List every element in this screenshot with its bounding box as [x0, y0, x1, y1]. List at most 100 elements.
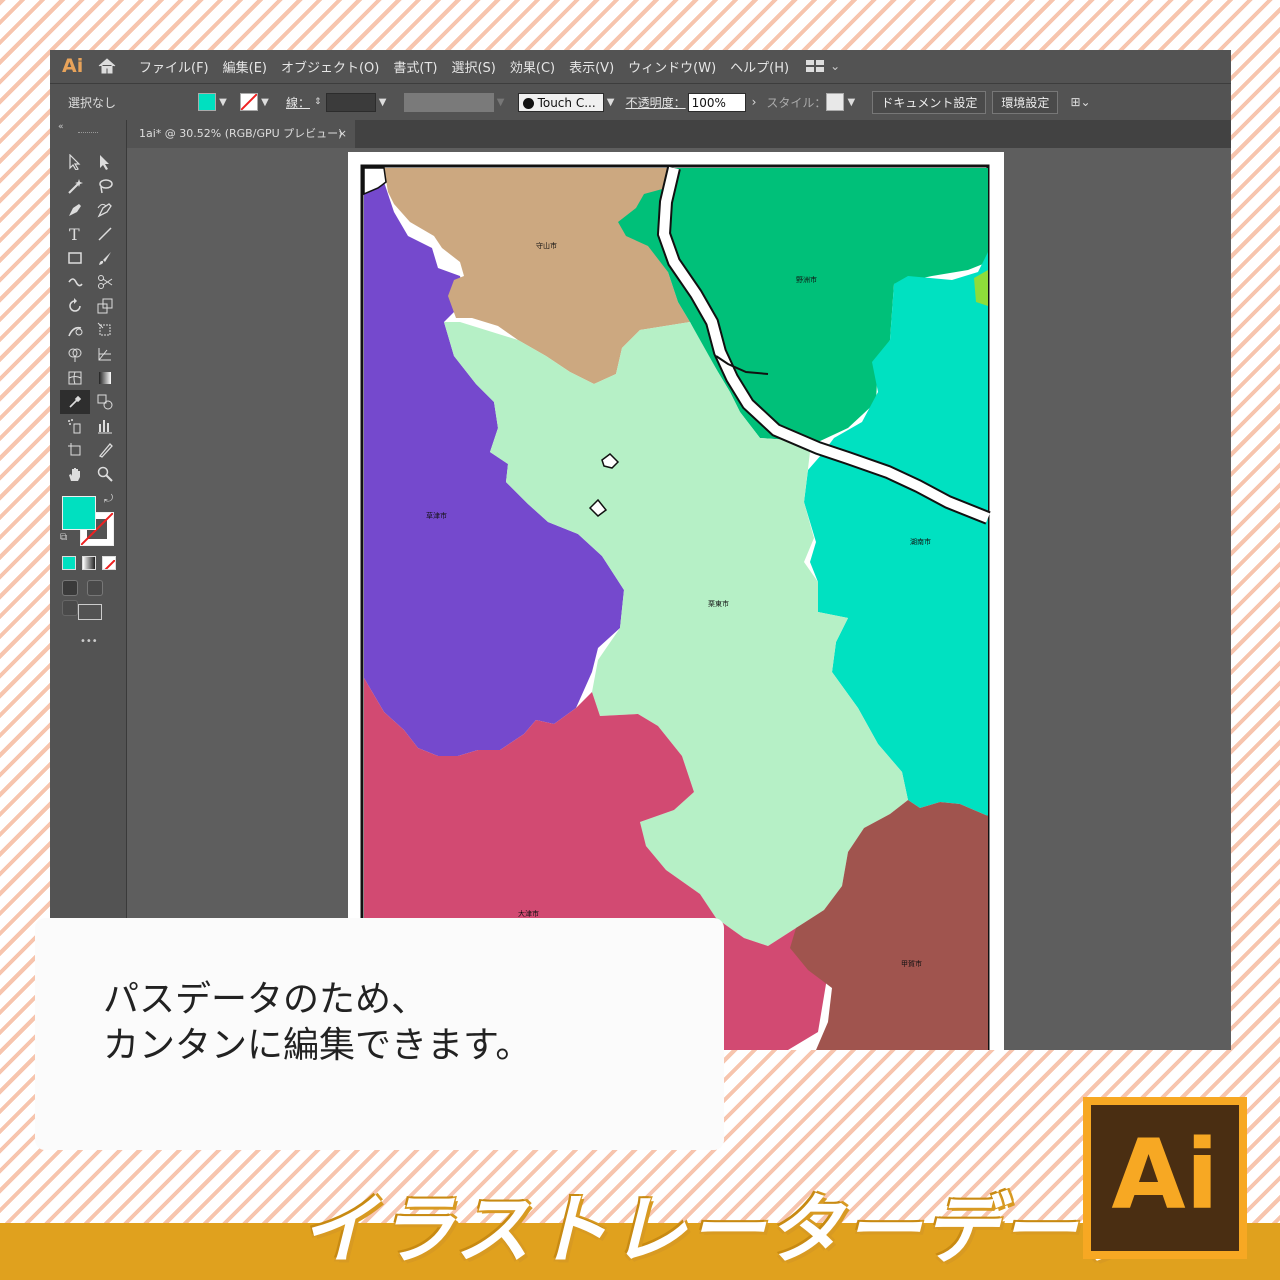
illustrator-logo: Ai [1083, 1097, 1247, 1259]
slice-tool-icon[interactable] [90, 438, 120, 462]
type-tool-icon[interactable]: T [60, 222, 90, 246]
document-tab-title: 1ai* @ 30.52% (RGB/GPU プレビュー) [139, 127, 343, 140]
panel-grip[interactable] [78, 132, 98, 135]
close-icon[interactable]: × [338, 120, 347, 148]
menu-bar: Ai ファイル(F) 編集(E) オブジェクト(O) 書式(T) 選択(S) 効… [50, 50, 1231, 82]
stroke-weight-input[interactable] [325, 92, 376, 112]
scale-tool-icon[interactable] [90, 294, 120, 318]
stroke-stepper[interactable]: ⇕ [314, 97, 322, 107]
warp-tool-icon[interactable] [60, 318, 90, 342]
document-setup-button[interactable]: ドキュメント設定 [872, 90, 987, 114]
none-icon[interactable] [102, 556, 116, 570]
menu-window[interactable]: ウィンドウ(W) [621, 57, 723, 76]
workspace-icon [806, 60, 825, 72]
brush-select[interactable]: Touch C... [517, 92, 604, 112]
direct-selection-tool-icon[interactable] [90, 150, 120, 174]
draw-normal-icon[interactable] [62, 580, 78, 596]
graph-tool-icon[interactable] [90, 414, 120, 438]
label-ritto: 栗東市 [708, 599, 729, 608]
chevron-down-icon[interactable]: ▼ [844, 97, 858, 108]
menu-help[interactable]: ヘルプ(H) [723, 57, 796, 76]
rotate-tool-icon[interactable] [60, 294, 90, 318]
artboard[interactable]: 守山市 野洲市 草津市 湖南市 栗東市 大津市 甲賀市 [348, 152, 1004, 1050]
opacity-input[interactable]: 100% [687, 92, 746, 112]
rectangle-tool-icon[interactable] [60, 246, 90, 270]
symbol-sprayer-tool-icon[interactable] [60, 414, 90, 438]
more-tools-icon[interactable]: ••• [80, 636, 98, 647]
workspace-switcher[interactable]: ⌄ [806, 59, 840, 73]
style-label: スタイル： [766, 95, 827, 110]
zoom-tool-icon[interactable] [90, 462, 120, 486]
menu-select[interactable]: 選択(S) [444, 57, 502, 76]
menu-effect[interactable]: 効果(C) [503, 57, 562, 76]
color-icon[interactable] [62, 556, 76, 570]
label-otsu: 大津市 [518, 909, 539, 918]
svg-text:T: T [69, 226, 80, 242]
chevron-down-icon[interactable]: ▼ [216, 97, 230, 108]
label-moriyama: 守山市 [536, 241, 557, 250]
document-tab-bar: 1ai* @ 30.52% (RGB/GPU プレビュー) × [127, 120, 1231, 148]
chevron-down-icon[interactable]: ▼ [258, 97, 272, 108]
perspective-grid-tool-icon[interactable] [90, 342, 120, 366]
chevron-down-icon[interactable]: ▼ [494, 97, 508, 108]
color-mode-row [62, 556, 118, 570]
stroke-swatch[interactable] [240, 93, 258, 111]
fill-color-box[interactable] [62, 496, 96, 530]
default-colors-icon[interactable]: ⧉ [60, 532, 67, 543]
brush-dot-icon [522, 97, 534, 109]
map-illustration[interactable]: 守山市 野洲市 草津市 湖南市 栗東市 大津市 甲賀市 [348, 152, 1004, 1050]
paintbrush-tool-icon[interactable] [90, 246, 120, 270]
home-icon[interactable] [96, 55, 118, 77]
chevron-right-icon[interactable]: › [752, 95, 757, 109]
caption-line-2: カンタンに編集できます。 [103, 1025, 532, 1066]
chevron-down-icon: ⌄ [830, 59, 841, 73]
blend-tool-icon[interactable] [90, 390, 120, 414]
selection-tool-icon[interactable] [60, 150, 90, 174]
document-tab[interactable]: 1ai* @ 30.52% (RGB/GPU プレビュー) × [127, 120, 355, 148]
opacity-label[interactable]: 不透明度： [626, 94, 686, 111]
line-tool-icon[interactable] [90, 222, 120, 246]
caption-box: パスデータのため、 カンタンに編集できます。 [35, 918, 724, 1150]
footer-title: イラストレーターデータ [300, 1185, 1157, 1274]
artboard-tool-icon[interactable] [60, 438, 90, 462]
label-yasu: 野洲市 [796, 275, 817, 284]
draw-behind-icon[interactable] [87, 580, 104, 596]
hand-tool-icon[interactable] [60, 462, 90, 486]
illustrator-window: Ai ファイル(F) 編集(E) オブジェクト(O) 書式(T) 選択(S) 効… [50, 50, 1231, 1050]
menu-edit[interactable]: 編集(E) [216, 57, 274, 76]
variable-width-profile[interactable] [403, 92, 494, 112]
gradient-icon[interactable] [82, 556, 96, 570]
label-kusatsu: 草津市 [426, 511, 447, 520]
graphic-style-swatch[interactable] [826, 93, 845, 111]
canvas-area[interactable]: 守山市 野洲市 草津市 湖南市 栗東市 大津市 甲賀市 [127, 148, 1231, 1050]
tools-panel: « T ⤾ ⧉ ••• [50, 120, 127, 1050]
preferences-button[interactable]: 環境設定 [992, 90, 1059, 114]
scissors-tool-icon[interactable] [90, 270, 120, 294]
mesh-tool-icon[interactable] [60, 366, 90, 390]
lasso-tool-icon[interactable] [90, 174, 120, 198]
swap-icon[interactable]: ⤾ [104, 492, 113, 506]
pen-tool-icon[interactable] [60, 198, 90, 222]
chevron-down-icon[interactable]: ▼ [604, 97, 618, 108]
chevron-down-icon[interactable]: ▼ [376, 97, 390, 108]
free-transform-tool-icon[interactable] [90, 318, 120, 342]
shape-builder-tool-icon[interactable] [60, 342, 90, 366]
screen-mode-icon[interactable] [78, 604, 102, 620]
gradient-tool-icon[interactable] [90, 366, 120, 390]
menu-file[interactable]: ファイル(F) [132, 57, 216, 76]
menu-type[interactable]: 書式(T) [386, 57, 444, 76]
menu-view[interactable]: 表示(V) [562, 57, 621, 76]
menu-object[interactable]: オブジェクト(O) [274, 57, 386, 76]
shaper-tool-icon[interactable] [60, 270, 90, 294]
magic-wand-tool-icon[interactable] [60, 174, 90, 198]
app-logo: Ai [62, 55, 84, 77]
curvature-tool-icon[interactable] [90, 198, 120, 222]
eyedropper-tool-icon[interactable] [60, 390, 90, 414]
arrange-documents-icon[interactable]: ⊞⌄ [1070, 95, 1090, 109]
fill-swatch[interactable] [198, 93, 216, 111]
draw-inside-icon[interactable] [62, 600, 78, 616]
collapse-icon[interactable]: « [58, 122, 64, 132]
brush-name: Touch C... [537, 95, 596, 110]
selection-status: 選択なし [68, 95, 117, 110]
label-konan: 湖南市 [910, 537, 931, 546]
